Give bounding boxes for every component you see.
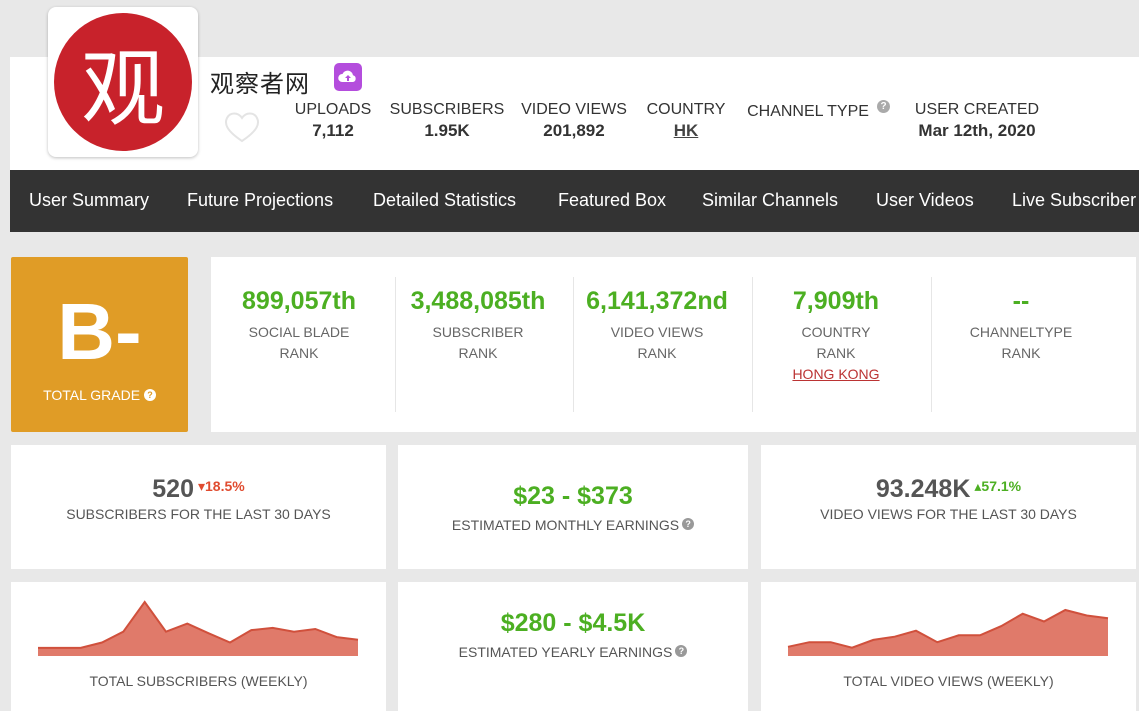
rank-label-2: RANK: [279, 345, 319, 361]
rank-divider: [931, 277, 932, 412]
stat-value: 1.95K: [424, 121, 470, 140]
rank-panel: 899,057th SOCIAL BLADE RANK 3,488,085th …: [211, 257, 1136, 432]
views-30-change: ▴57.1%: [974, 478, 1022, 494]
card-value-row: 93.248K ▴57.1%: [761, 475, 1136, 504]
subs-weekly-label: TOTAL SUBSCRIBERS (WEEKLY): [89, 673, 308, 689]
total-grade-box: B- TOTAL GRADE ?: [11, 257, 188, 432]
rank-country: 7,909th COUNTRY RANK HONG KONG: [748, 287, 924, 384]
rank-number: 7,909th: [792, 287, 880, 315]
nav-future-projections[interactable]: Future Projections: [187, 190, 333, 211]
rank-subscriber: 3,488,085th SUBSCRIBER RANK: [390, 287, 566, 364]
rank-video-views: 6,141,372nd VIDEO VIEWS RANK: [569, 287, 745, 364]
rank-social-blade: 899,057th SOCIAL BLADE RANK: [211, 287, 387, 364]
card-video-views-30-days: 93.248K ▴57.1% VIDEO VIEWS FOR THE LAST 3…: [761, 445, 1136, 569]
rank-number: 6,141,372nd: [586, 287, 728, 315]
nav-live-subscriber[interactable]: Live Subscriber: [1012, 190, 1136, 211]
channel-name: 观察者网: [210, 71, 310, 98]
stat-channel-type: CHANNEL TYPE: [744, 103, 872, 123]
cloud-upload-svg: [338, 70, 356, 82]
monthly-help-icon[interactable]: ?: [682, 518, 695, 530]
subs-30-change: ▾18.5%: [197, 478, 245, 494]
stat-label: UPLOADS: [294, 101, 372, 118]
stat-user-created: USER CREATED Mar 12th, 2020: [908, 101, 1046, 141]
country-rank-link[interactable]: HONG KONG: [748, 364, 924, 384]
card-monthly-earnings: $23 - $373 ESTIMATED MONTHLY EARNINGS?: [398, 445, 748, 569]
card-yearly-earnings: $280 - $4.5K ESTIMATED YEARLY EARNINGS?: [398, 582, 748, 711]
grade-label-row: TOTAL GRADE ?: [11, 387, 188, 403]
rank-number: 3,488,085th: [410, 287, 546, 315]
stat-label: VIDEO VIEWS: [521, 101, 627, 118]
subs-30-label: SUBSCRIBERS FOR THE LAST 30 DAYS: [66, 506, 331, 522]
rank-label: SUBSCRIBER: [432, 324, 524, 340]
rank-label: CHANNELTYPE: [969, 324, 1073, 340]
monthly-label-row: ESTIMATED MONTHLY EARNINGS?: [398, 517, 748, 535]
rank-number: 899,057th: [242, 287, 356, 315]
yearly-earnings-value: $280 - $4.5K: [500, 609, 646, 637]
nav-detailed-statistics[interactable]: Detailed Statistics: [373, 190, 516, 211]
stat-value: 7,112: [312, 121, 354, 140]
yearly-label-row: ESTIMATED YEARLY EARNINGS?: [398, 644, 748, 662]
stat-value: 201,892: [543, 121, 605, 140]
nav-user-summary[interactable]: User Summary: [29, 190, 149, 211]
views-30-value: 93.248K: [875, 475, 971, 503]
rank-label: SOCIAL BLADE: [248, 324, 350, 340]
rank-label: VIDEO VIEWS: [610, 324, 704, 340]
card-value-row: 520 ▾18.5%: [11, 475, 386, 504]
stat-label: COUNTRY: [646, 101, 726, 118]
rank-label-2: RANK: [458, 345, 498, 361]
cloud-upload-icon[interactable]: [334, 63, 362, 91]
rank-channel-type: -- CHANNELTYPE RANK: [933, 287, 1109, 364]
grade-letter: B-: [57, 287, 142, 376]
monthly-earnings-value: $23 - $373: [513, 482, 633, 510]
card-subscribers-weekly: TOTAL SUBSCRIBERS (WEEKLY): [11, 582, 386, 711]
avatar-logo: 观: [54, 13, 192, 151]
subs-30-pct: 18.5%: [205, 478, 245, 494]
stat-label: CHANNEL TYPE: [747, 103, 869, 120]
subscribers-weekly-sparkline: [38, 600, 359, 656]
rank-label-2: RANK: [637, 345, 677, 361]
rank-label-2: RANK: [816, 345, 856, 361]
nav-similar-channels[interactable]: Similar Channels: [702, 190, 838, 211]
stat-video-views: VIDEO VIEWS 201,892: [520, 101, 628, 141]
rank-number: --: [1012, 287, 1030, 315]
monthly-earnings-label: ESTIMATED MONTHLY EARNINGS: [451, 517, 680, 533]
channel-avatar[interactable]: 观: [48, 7, 198, 157]
video-views-weekly-sparkline: [787, 608, 1109, 656]
country-link[interactable]: HK: [643, 121, 729, 141]
nav-featured-box[interactable]: Featured Box: [558, 190, 666, 211]
stat-uploads: UPLOADS 7,112: [292, 101, 374, 141]
favorite-heart-icon[interactable]: [223, 110, 261, 144]
rank-label: COUNTRY: [801, 324, 871, 340]
views-30-label: VIDEO VIEWS FOR THE LAST 30 DAYS: [820, 506, 1077, 522]
stat-country: COUNTRY HK: [643, 101, 729, 141]
views-30-pct: 57.1%: [981, 478, 1022, 494]
card-subscribers-30-days: 520 ▾18.5% SUBSCRIBERS FOR THE LAST 30 DA…: [11, 445, 386, 569]
stat-value: Mar 12th, 2020: [918, 121, 1036, 140]
grade-label: TOTAL GRADE: [43, 387, 141, 403]
stat-label: USER CREATED: [914, 101, 1040, 118]
stat-subscribers: SUBSCRIBERS 1.95K: [388, 101, 506, 141]
views-weekly-area: [788, 610, 1108, 656]
section-nav: User Summary Future Projections Detailed…: [10, 170, 1139, 232]
yearly-earnings-label: ESTIMATED YEARLY EARNINGS: [458, 644, 673, 660]
nav-user-videos[interactable]: User Videos: [876, 190, 974, 211]
grade-help-icon[interactable]: ?: [143, 389, 156, 401]
card-video-views-weekly: TOTAL VIDEO VIEWS (WEEKLY): [761, 582, 1136, 711]
subs-30-value: 520: [152, 475, 194, 503]
rank-label-2: RANK: [1001, 345, 1041, 361]
channel-type-help-icon[interactable]: ?: [877, 100, 890, 113]
views-weekly-label: TOTAL VIDEO VIEWS (WEEKLY): [843, 673, 1054, 689]
yearly-help-icon[interactable]: ?: [675, 645, 688, 657]
stat-label: SUBSCRIBERS: [389, 101, 505, 118]
